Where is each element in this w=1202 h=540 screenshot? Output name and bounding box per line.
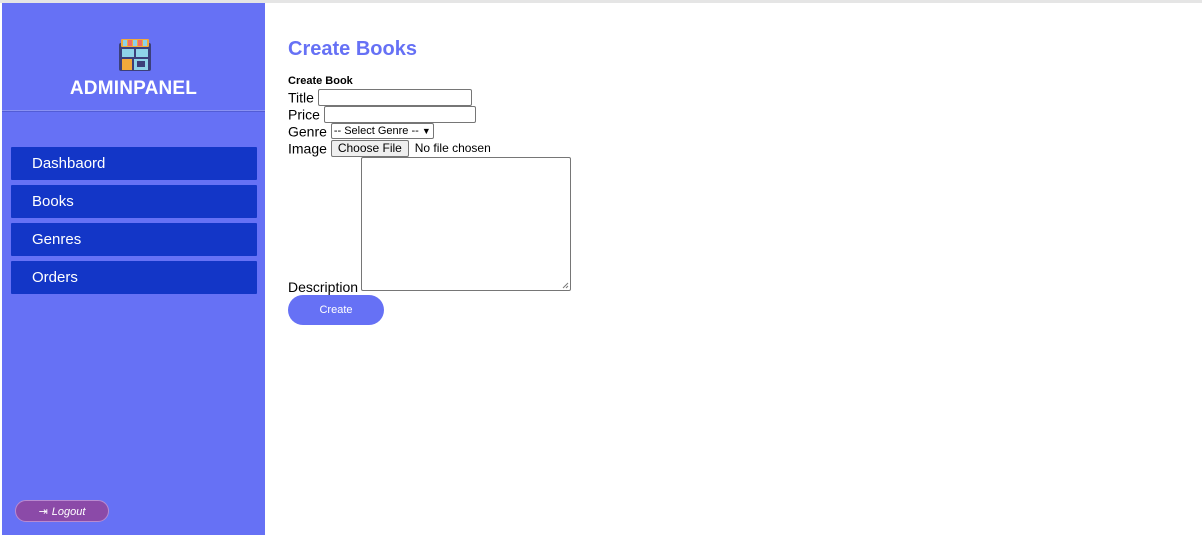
sidebar-item-dashboard[interactable]: Dashbaord	[11, 147, 257, 180]
image-row: Image Choose File No file chosen	[288, 139, 491, 157]
sign-out-icon: ⇥	[38, 506, 48, 518]
sidebar-item-orders[interactable]: Orders	[11, 261, 257, 294]
chevron-down-icon: ▼	[421, 126, 431, 137]
price-input[interactable]	[323, 105, 476, 123]
choose-file-button[interactable]: Choose File	[330, 139, 409, 157]
genre-select[interactable]: -- Select Genre -- ▼	[330, 123, 434, 140]
logout-label: Logout	[51, 506, 86, 518]
price-label: Price	[288, 106, 320, 123]
sidebar-divider	[2, 110, 265, 112]
image-label: Image	[288, 140, 327, 157]
brand: ADMINPANEL	[2, 3, 265, 110]
genre-label: Genre	[288, 123, 327, 140]
resize-handle-icon[interactable]	[562, 282, 569, 289]
brand-title: ADMINPANEL	[69, 78, 198, 99]
form-heading: Create Book	[288, 75, 353, 87]
title-row: Title	[288, 88, 472, 106]
genre-selected-value: -- Select Genre --	[333, 125, 419, 138]
bookstore-icon	[119, 39, 151, 71]
create-button[interactable]: Create	[288, 295, 384, 325]
sidebar-nav: Dashbaord Books Genres Orders	[11, 147, 257, 299]
description-textarea[interactable]	[361, 157, 571, 291]
logout-button[interactable]: ⇥ Logout	[15, 500, 109, 522]
sidebar: ADMINPANEL Dashbaord Books Genres Orders…	[2, 3, 265, 535]
main-content: Create Books Create Book Title Price Gen…	[288, 37, 571, 325]
price-row: Price	[288, 105, 476, 123]
title-label: Title	[288, 89, 314, 106]
sidebar-item-books[interactable]: Books	[11, 185, 257, 218]
file-status: No file chosen	[414, 141, 491, 156]
description-label: Description	[288, 279, 359, 295]
sidebar-item-genres[interactable]: Genres	[11, 223, 257, 256]
title-input[interactable]	[317, 88, 472, 106]
genre-row: Genre -- Select Genre -- ▼	[288, 122, 434, 140]
page-title: Create Books	[288, 38, 417, 60]
